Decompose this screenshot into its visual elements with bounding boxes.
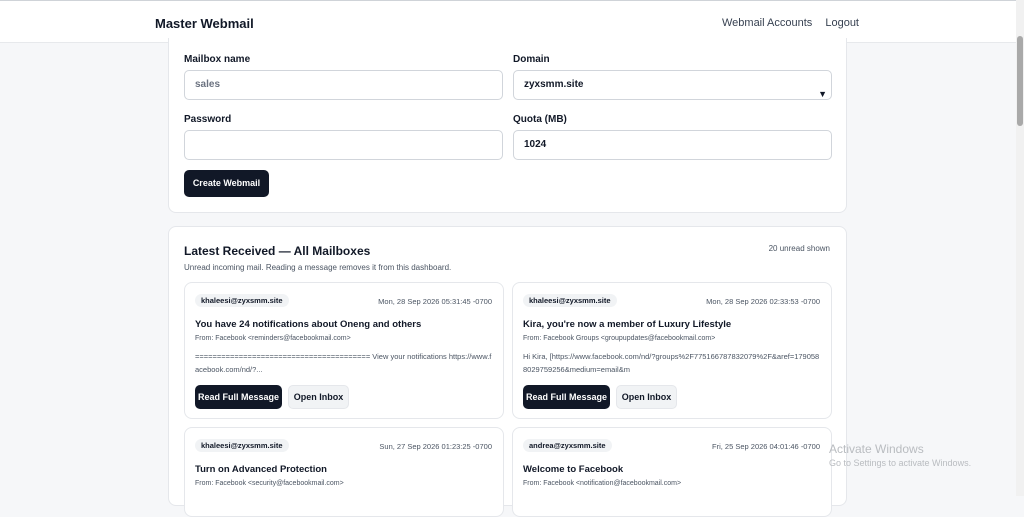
domain-select[interactable]: zyxsmm.site ▼ bbox=[513, 70, 832, 100]
latest-received-card: Latest Received — All Mailboxes Unread i… bbox=[168, 226, 847, 517]
nav-logout-link[interactable]: Logout bbox=[825, 17, 859, 29]
top-navbar: Master Webmail Webmail Accounts Logout bbox=[0, 0, 1016, 43]
mail-subject: You have 24 notifications about Oneng an… bbox=[195, 319, 422, 330]
activate-windows-watermark-text: Go to Settings to activate Windows. bbox=[829, 458, 972, 468]
mail-card: khaleesi@zyxsmm.site Sun, 27 Sep 2026 01… bbox=[184, 427, 504, 517]
quota-label: Quota (MB) bbox=[513, 114, 567, 125]
mailbox-name-input[interactable]: sales bbox=[184, 70, 503, 100]
mail-snippet: ========================================… bbox=[195, 352, 492, 374]
mail-card: andrea@zyxsmm.site Fri, 25 Sep 2026 04:0… bbox=[512, 427, 832, 517]
mail-card: khaleesi@zyxsmm.site Mon, 28 Sep 2026 02… bbox=[512, 282, 832, 419]
create-webmail-button[interactable]: Create Webmail bbox=[184, 170, 269, 197]
mail-subject: Welcome to Facebook bbox=[523, 464, 624, 475]
brand-title[interactable]: Master Webmail bbox=[155, 16, 254, 31]
mail-from: From: Facebook <notification@facebookmai… bbox=[523, 480, 682, 487]
create-webmail-card: Mailbox name sales Domain zyxsmm.site ▼ … bbox=[168, 38, 847, 213]
mail-date: Fri, 25 Sep 2026 04:01:46 -0700 bbox=[712, 442, 820, 451]
read-full-message-button[interactable]: Read Full Message bbox=[523, 385, 610, 409]
mail-snippet: Hi Kira, [https://www.facebook.com/nd/?g… bbox=[523, 352, 820, 374]
latest-received-title: Latest Received — All Mailboxes bbox=[184, 244, 371, 258]
latest-received-subtitle: Unread incoming mail. Reading a message … bbox=[184, 263, 452, 272]
mail-from: From: Facebook <reminders@facebookmail.c… bbox=[195, 335, 351, 342]
mail-card: khaleesi@zyxsmm.site Mon, 28 Sep 2026 05… bbox=[184, 282, 504, 419]
password-label: Password bbox=[184, 114, 232, 125]
mail-subject: Turn on Advanced Protection bbox=[195, 464, 327, 475]
mail-date: Mon, 28 Sep 2026 02:33:53 -0700 bbox=[706, 297, 820, 306]
mailbox-name-label: Mailbox name bbox=[184, 54, 251, 65]
domain-label: Domain bbox=[513, 54, 550, 65]
mail-subject: Kira, you're now a member of Luxury Life… bbox=[523, 319, 732, 330]
unread-count-label: 20 unread shown bbox=[768, 244, 830, 253]
mailbox-badge: khaleesi@zyxsmm.site bbox=[523, 294, 617, 307]
open-inbox-button[interactable]: Open Inbox bbox=[616, 385, 677, 409]
mailbox-badge: khaleesi@zyxsmm.site bbox=[195, 294, 289, 307]
password-input[interactable] bbox=[184, 130, 503, 160]
mail-from: From: Facebook <security@facebookmail.co… bbox=[195, 480, 344, 487]
nav-links: Webmail Accounts Logout bbox=[712, 17, 859, 29]
open-inbox-button[interactable]: Open Inbox bbox=[288, 385, 349, 409]
chevron-down-icon: ▼ bbox=[818, 89, 827, 99]
activate-windows-watermark-title: Activate Windows bbox=[829, 442, 924, 456]
page-scrollbar-thumb[interactable] bbox=[1017, 36, 1023, 126]
mailbox-badge: andrea@zyxsmm.site bbox=[523, 439, 612, 452]
nav-webmail-accounts-link[interactable]: Webmail Accounts bbox=[722, 17, 812, 29]
read-full-message-button[interactable]: Read Full Message bbox=[195, 385, 282, 409]
mailbox-badge: khaleesi@zyxsmm.site bbox=[195, 439, 289, 452]
quota-input[interactable]: 1024 bbox=[513, 130, 832, 160]
mail-from: From: Facebook Groups <groupupdates@face… bbox=[523, 335, 716, 342]
mail-date: Mon, 28 Sep 2026 05:31:45 -0700 bbox=[378, 297, 492, 306]
domain-selected-value: zyxsmm.site bbox=[524, 79, 584, 90]
mail-date: Sun, 27 Sep 2026 01:23:25 -0700 bbox=[379, 442, 492, 451]
